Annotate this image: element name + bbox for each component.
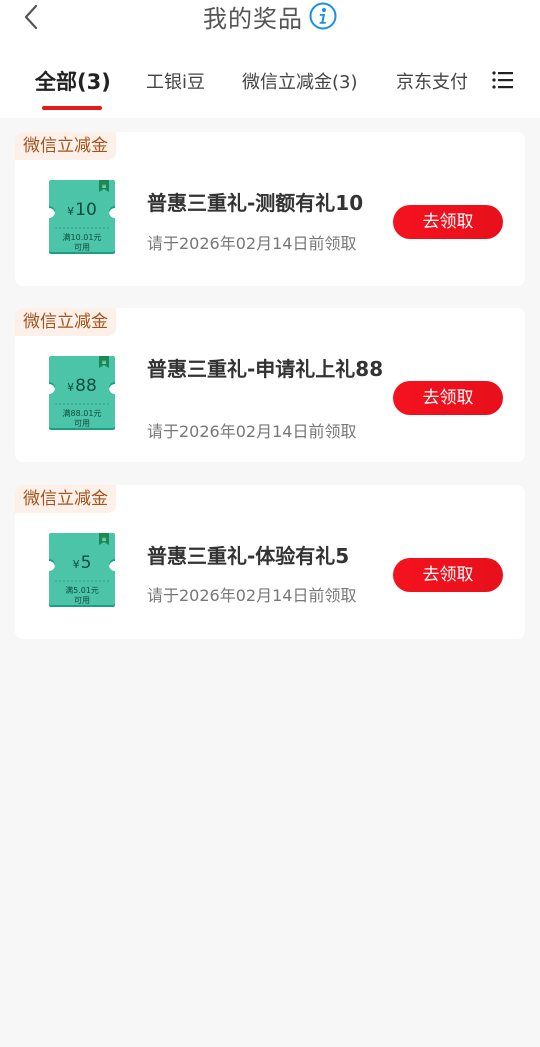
- prize-name: 普惠三重礼-体验有礼5: [147, 544, 350, 568]
- tab-wechat-discount[interactable]: 微信立减金(3): [242, 68, 358, 94]
- coupon-image: ≡ ¥10 满10.01元 可用: [47, 180, 117, 256]
- prize-deadline: 请于2026年02月14日前领取: [147, 586, 357, 605]
- prize-card: 微信立减金 ≡ ¥5 满5.01元 可用 普惠三重礼-体验有礼5 请于2026年0…: [15, 485, 525, 639]
- coupon-amount: ¥10: [67, 200, 97, 220]
- svg-text:≡: ≡: [101, 183, 106, 190]
- claim-button[interactable]: 去领取: [393, 381, 503, 415]
- prize-card: 微信立减金 ≡ ¥10 满10.01元 可用 普惠三重礼-测额有礼10 请于202…: [15, 132, 525, 286]
- prize-type-tag: 微信立减金: [15, 308, 116, 336]
- page-title: 我的奖品: [203, 4, 303, 33]
- prize-type-tag: 微信立减金: [15, 132, 116, 160]
- prize-card: 微信立减金 ≡ ¥88 满88.01元 可用 普惠三重礼-申请礼上礼88 请于20…: [15, 308, 525, 462]
- prize-deadline: 请于2026年02月14日前领取: [147, 422, 357, 441]
- coupon-condition: 满5.01元 可用: [65, 586, 99, 605]
- info-icon[interactable]: [309, 2, 337, 30]
- coupon-condition: 满10.01元 可用: [62, 233, 102, 252]
- coupon-image: ≡ ¥5 满5.01元 可用: [47, 533, 117, 609]
- prize-type-tag: 微信立减金: [15, 485, 116, 513]
- tab-bar: 全部(3) 工银i豆 微信立减金(3) 京东支付: [0, 58, 540, 110]
- prize-name: 普惠三重礼-申请礼上礼88: [147, 357, 384, 381]
- prize-name: 普惠三重礼-测额有礼10: [147, 191, 364, 215]
- list-menu-icon[interactable]: [492, 70, 514, 94]
- tab-jd-pay[interactable]: 京东支付: [396, 68, 468, 94]
- coupon-condition: 满88.01元 可用: [62, 409, 102, 428]
- header-area: 我的奖品 全部(3) 工银i豆 微信立减金(3) 京东支付: [0, 0, 540, 118]
- claim-button[interactable]: 去领取: [393, 558, 503, 592]
- coupon-image: ≡ ¥88 满88.01元 可用: [47, 356, 117, 432]
- coupon-amount: ¥88: [67, 376, 97, 396]
- coupon-amount: ¥5: [72, 553, 92, 573]
- active-tab-indicator: [42, 106, 102, 110]
- tab-icbc-beans[interactable]: 工银i豆: [146, 68, 205, 94]
- prize-deadline: 请于2026年02月14日前领取: [147, 234, 357, 253]
- claim-button[interactable]: 去领取: [393, 205, 503, 239]
- tab-all[interactable]: 全部(3): [35, 66, 111, 96]
- title-bar: 我的奖品: [0, 0, 540, 33]
- svg-text:≡: ≡: [101, 359, 106, 366]
- svg-text:≡: ≡: [101, 536, 106, 543]
